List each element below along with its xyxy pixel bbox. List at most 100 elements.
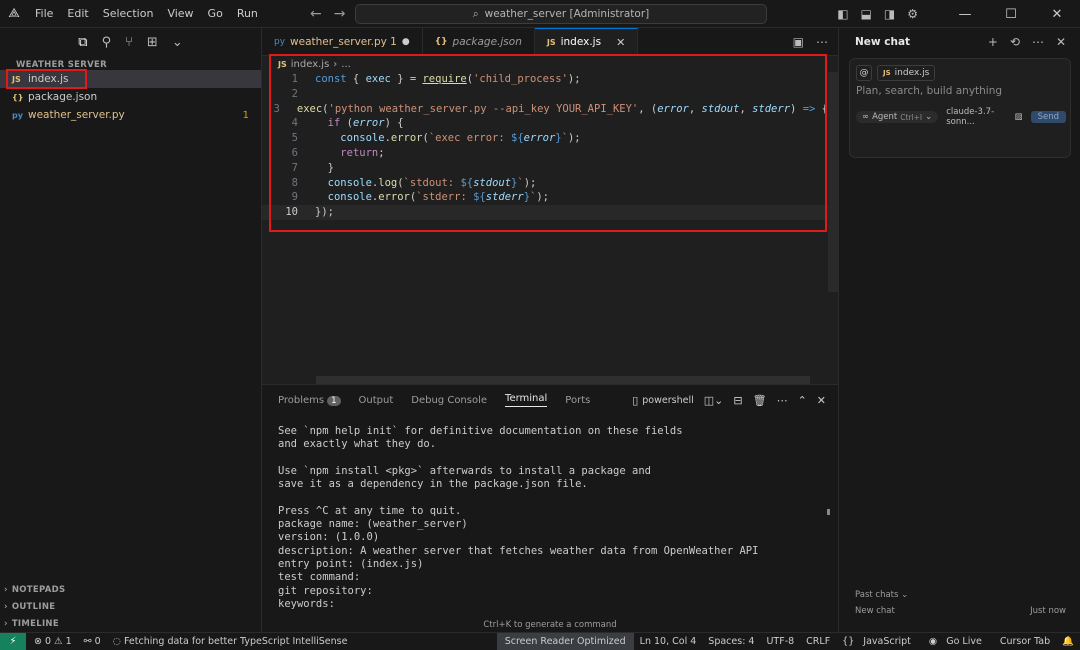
toggle-secondary-sidebar-icon[interactable]: ◨ — [884, 7, 895, 21]
toggle-panel-icon[interactable]: ⬓ — [861, 7, 872, 21]
section-timeline[interactable]: › TIMELINE — [0, 615, 261, 632]
tab-output[interactable]: Output — [359, 395, 394, 406]
more-actions-icon[interactable]: ⋯ — [777, 394, 788, 407]
tab-index-js[interactable]: JS index.js ✕ — [534, 28, 639, 55]
close-chat-icon[interactable]: ✕ — [1056, 35, 1066, 49]
chat-input-box[interactable]: @ JS index.js Plan, search, build anythin… — [849, 58, 1071, 158]
ports-status[interactable]: ⚯ 0 — [84, 636, 101, 647]
send-button[interactable]: Send — [1030, 111, 1066, 123]
split-editor-icon[interactable]: ▣ — [793, 35, 804, 49]
minimize-button[interactable]: — — [942, 7, 988, 22]
chat-input-placeholder[interactable]: Plan, search, build anything — [856, 85, 1002, 97]
menu-go[interactable]: Go — [201, 0, 230, 28]
editor-tabs: py weather_server.py 1 ● {} package.json… — [262, 28, 838, 56]
maximize-panel-icon[interactable]: ⌃ — [798, 394, 807, 407]
breadcrumb-file[interactable]: index.js — [291, 59, 330, 70]
tab-label: index.js — [560, 36, 602, 48]
agent-mode-selector[interactable]: ∞ Agent Ctrl+I ⌄ — [856, 111, 939, 123]
notifications-bell-icon[interactable]: 🔔 — [1056, 636, 1080, 647]
command-center-search[interactable]: ⌕ weather_server [Administrator] — [355, 4, 767, 24]
infinity-icon: ∞ — [862, 112, 870, 122]
extensions-icon[interactable]: ⊞ — [147, 35, 158, 50]
terminal-shell-name[interactable]: powershell — [642, 395, 693, 406]
horizontal-scrollbar[interactable] — [316, 376, 810, 384]
file-package-json[interactable]: {} package.json — [0, 88, 261, 106]
terminal-line: Press ^C at any time to quit. — [278, 504, 462, 517]
section-outline[interactable]: › OUTLINE — [0, 598, 261, 615]
tab-package-json[interactable]: {} package.json — [423, 28, 535, 55]
menu-run[interactable]: Run — [230, 0, 265, 28]
cursor-position[interactable]: Ln 10, Col 4 — [634, 636, 703, 647]
json-file-icon: {} — [434, 36, 448, 47]
chevron-down-icon: ⌄ — [925, 112, 933, 122]
end-of-line[interactable]: CRLF — [800, 636, 836, 647]
past-chat-item[interactable]: New chat Just now — [855, 606, 1066, 616]
tab-ports[interactable]: Ports — [565, 395, 590, 406]
menu-view[interactable]: View — [160, 0, 200, 28]
breadcrumb-symbol[interactable]: ... — [341, 59, 351, 70]
search-view-icon[interactable]: ⚲ — [102, 35, 112, 50]
line-number: 7 — [291, 161, 298, 174]
toggle-sidebar-icon[interactable]: ◧ — [837, 7, 848, 21]
warning-count: 1 — [65, 636, 72, 647]
file-name: weather_server.py — [28, 109, 125, 121]
history-icon[interactable]: ⟲ — [1010, 35, 1020, 49]
settings-gear-icon[interactable]: ⚙ — [907, 7, 918, 21]
model-selector[interactable]: claude-3.7-sonn... — [946, 107, 1006, 127]
mention-at-icon[interactable]: @ — [856, 65, 872, 81]
code-line: 4 if (error) { — [262, 116, 828, 131]
problems-status[interactable]: ⊗ 0 ⚠ 1 — [34, 636, 72, 647]
split-terminal-icon[interactable]: ◫⌄ — [704, 394, 724, 407]
maximize-button[interactable]: ☐ — [988, 7, 1034, 22]
status-bar: ⚡ ⊗ 0 ⚠ 1 ⚯ 0 ◌ Fetching data for better… — [0, 632, 1080, 650]
go-live-button[interactable]: ◉ Go Live — [923, 636, 994, 647]
tab-terminal[interactable]: Terminal — [505, 393, 548, 407]
past-chats-header[interactable]: Past chats ⌄ — [855, 590, 908, 600]
terminal-output[interactable]: See `npm help init` for definitive docum… — [278, 425, 818, 611]
tab-debug-console[interactable]: Debug Console — [411, 395, 487, 406]
back-arrow-icon[interactable]: ← — [310, 6, 322, 22]
code-line: 1 const { exec } = require('child_process… — [262, 72, 828, 87]
screen-reader-status[interactable]: Screen Reader Optimized — [496, 632, 634, 650]
more-actions-icon[interactable]: ⋯ — [1032, 35, 1044, 49]
unsaved-dot-icon: ● — [401, 36, 410, 47]
file-weather-server-py[interactable]: py weather_server.py 1 — [0, 106, 261, 124]
menu-file[interactable]: File — [28, 0, 60, 28]
source-control-icon[interactable]: ⑂ — [125, 35, 133, 50]
image-icon[interactable]: ▨ — [1015, 112, 1023, 122]
code-line: 7 } — [262, 161, 828, 176]
more-actions-icon[interactable]: ⋯ — [816, 35, 828, 49]
editor-group: py weather_server.py 1 ● {} package.json… — [262, 28, 838, 384]
ai-chat-panel: New chat + ⟲ ⋯ ✕ @ JS index.js Plan, sear… — [838, 28, 1080, 632]
code-editor[interactable]: 1 const { exec } = require('child_process… — [262, 72, 828, 220]
trash-icon[interactable]: 🗑 — [753, 394, 767, 407]
layout-icon[interactable]: ⊟ — [733, 394, 742, 407]
vertical-scrollbar[interactable] — [828, 72, 838, 292]
cursor-tab-status[interactable]: Cursor Tab — [994, 636, 1056, 647]
forward-arrow-icon[interactable]: → — [334, 6, 346, 22]
json-file-icon: {} — [12, 92, 24, 102]
menu-edit[interactable]: Edit — [60, 0, 95, 28]
indentation[interactable]: Spaces: 4 — [702, 636, 760, 647]
close-window-button[interactable]: ✕ — [1034, 7, 1080, 22]
remote-indicator-icon[interactable]: ⚡ — [0, 632, 26, 650]
file-index-js[interactable]: JS index.js — [0, 70, 261, 88]
close-tab-icon[interactable]: ✕ — [616, 36, 625, 49]
menu-selection[interactable]: Selection — [96, 0, 161, 28]
close-panel-icon[interactable]: ✕ — [817, 394, 826, 407]
ports-count: 0 — [94, 636, 101, 647]
chevron-down-icon[interactable]: ⌄ — [172, 35, 183, 50]
file-name: package.json — [28, 91, 98, 103]
context-file-chip[interactable]: JS index.js — [877, 65, 936, 81]
tab-problems[interactable]: Problems 1 — [278, 395, 341, 406]
terminal-scrollbar[interactable] — [827, 509, 830, 515]
explorer-files-icon[interactable]: ⧉ — [78, 35, 87, 50]
encoding[interactable]: UTF-8 — [760, 636, 800, 647]
section-notepads[interactable]: › NOTEPADS — [0, 581, 261, 598]
language-mode[interactable]: {} JavaScript — [836, 636, 923, 647]
chat-title: New chat — [855, 36, 911, 48]
line-number: 6 — [291, 146, 298, 159]
workspace-section-title[interactable]: WEATHER SERVER — [0, 56, 261, 70]
new-chat-plus-icon[interactable]: + — [988, 35, 998, 49]
tab-weather-server-py[interactable]: py weather_server.py 1 ● — [262, 28, 423, 55]
